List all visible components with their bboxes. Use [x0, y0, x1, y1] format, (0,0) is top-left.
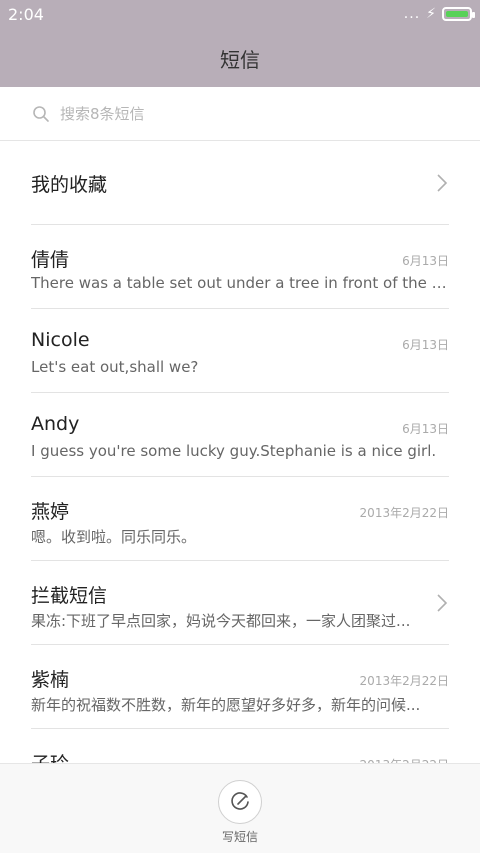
- thread-date: 6月13日: [402, 338, 449, 352]
- thread-preview: I guess you're some lucky guy.Stephanie …: [31, 442, 437, 460]
- signal-dots: ...: [403, 6, 421, 22]
- blocked-label: 拦截短信: [31, 585, 108, 607]
- thread-date: 6月13日: [402, 254, 449, 268]
- charging-icon: ⚡: [426, 6, 436, 22]
- favorites-label: 我的收藏: [31, 174, 108, 196]
- thread-row[interactable]: 燕婷 2013年2月22日 嗯。收到啦。同乐同乐。: [31, 477, 449, 561]
- favorites-row[interactable]: 我的收藏: [31, 141, 449, 225]
- thread-date: 6月13日: [402, 422, 449, 436]
- chevron-right-icon: [435, 593, 449, 613]
- blocked-preview: 果冻:下班了早点回家，妈说今天都回来，一家人团聚过...: [31, 612, 411, 630]
- compose-button[interactable]: [218, 780, 262, 824]
- thread-row[interactable]: Nicole 6月13日 Let's eat out,shall we?: [31, 309, 449, 393]
- app-header: 短信: [0, 30, 480, 87]
- battery-icon: [442, 7, 475, 21]
- search-input[interactable]: 搜索8条短信: [60, 103, 145, 124]
- thread-name: Nicole: [31, 329, 90, 351]
- compose-label: 写短信: [221, 830, 258, 844]
- thread-preview: There was a table set out under a tree i…: [31, 274, 449, 292]
- thread-date: 2013年2月22日: [359, 674, 449, 688]
- search-icon: [32, 105, 50, 123]
- thread-name: 燕婷: [31, 501, 70, 523]
- compose-icon: [231, 792, 249, 810]
- status-icons: ... ⚡: [403, 6, 475, 22]
- thread-preview: Let's eat out,shall we?: [31, 358, 199, 376]
- thread-name: Andy: [31, 413, 80, 435]
- status-bar: 2:04 ... ⚡: [0, 0, 480, 30]
- page-title: 短信: [220, 48, 260, 72]
- blocked-messages-row[interactable]: 拦截短信 果冻:下班了早点回家，妈说今天都回来，一家人团聚过...: [31, 561, 449, 645]
- thread-name: 倩倩: [31, 249, 70, 271]
- thread-preview: 新年的祝福数不胜数，新年的愿望好多好多，新年的问候...: [31, 696, 421, 714]
- chevron-right-icon: [435, 173, 449, 193]
- thread-row[interactable]: 倩倩 6月13日 There was a table set out under…: [31, 225, 449, 309]
- bottom-bar: 写短信: [0, 763, 480, 853]
- thread-date: 2013年2月22日: [359, 506, 449, 520]
- thread-row[interactable]: 紫楠 2013年2月22日 新年的祝福数不胜数，新年的愿望好多好多，新年的问候.…: [31, 645, 449, 729]
- status-time: 2:04: [8, 5, 44, 24]
- thread-preview: 嗯。收到啦。同乐同乐。: [31, 528, 197, 546]
- message-list: 我的收藏 倩倩 6月13日 There was a table set out …: [0, 141, 480, 813]
- search-bar[interactable]: 搜索8条短信: [0, 87, 480, 141]
- thread-row[interactable]: Andy 6月13日 I guess you're some lucky guy…: [31, 393, 449, 477]
- thread-name: 紫楠: [31, 669, 70, 691]
